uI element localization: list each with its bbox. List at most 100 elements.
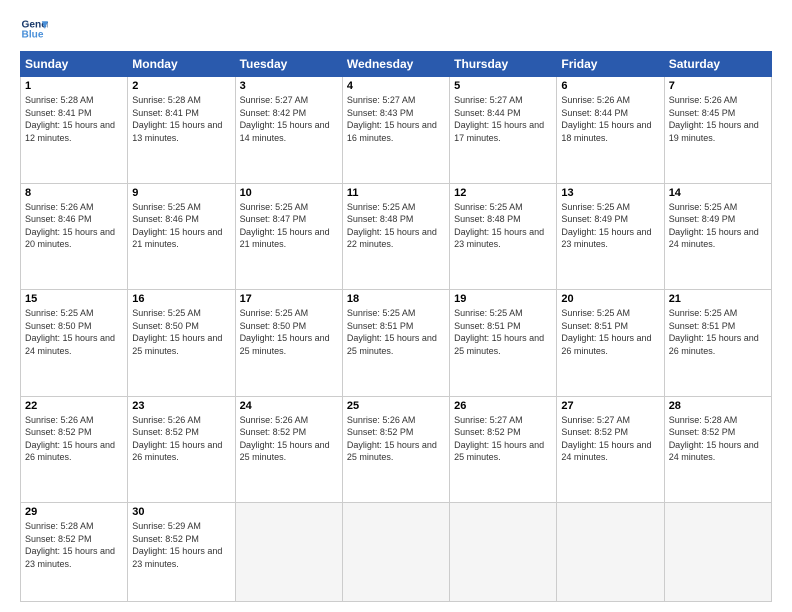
calendar-cell-14: 14 Sunrise: 5:25 AM Sunset: 8:49 PM Dayl… [664,183,771,290]
day-number: 30 [132,506,230,518]
calendar-cell-20: 20 Sunrise: 5:25 AM Sunset: 8:51 PM Dayl… [557,290,664,397]
day-info: Sunrise: 5:28 AM Sunset: 8:41 PM Dayligh… [25,94,123,144]
day-info: Sunrise: 5:26 AM Sunset: 8:46 PM Dayligh… [25,201,123,251]
day-info: Sunrise: 5:25 AM Sunset: 8:50 PM Dayligh… [25,307,123,357]
day-info: Sunrise: 5:26 AM Sunset: 8:44 PM Dayligh… [561,94,659,144]
calendar-week-1: 1 Sunrise: 5:28 AM Sunset: 8:41 PM Dayli… [21,77,772,184]
day-number: 26 [454,400,552,412]
day-number: 3 [240,80,338,92]
day-number: 23 [132,400,230,412]
calendar-cell-16: 16 Sunrise: 5:25 AM Sunset: 8:50 PM Dayl… [128,290,235,397]
day-info: Sunrise: 5:26 AM Sunset: 8:45 PM Dayligh… [669,94,767,144]
day-info: Sunrise: 5:26 AM Sunset: 8:52 PM Dayligh… [240,414,338,464]
day-number: 21 [669,293,767,305]
calendar-cell-21: 21 Sunrise: 5:25 AM Sunset: 8:51 PM Dayl… [664,290,771,397]
day-number: 11 [347,187,445,199]
calendar-cell-26: 26 Sunrise: 5:27 AM Sunset: 8:52 PM Dayl… [450,396,557,503]
day-info: Sunrise: 5:25 AM Sunset: 8:50 PM Dayligh… [240,307,338,357]
day-number: 5 [454,80,552,92]
day-info: Sunrise: 5:28 AM Sunset: 8:52 PM Dayligh… [669,414,767,464]
logo: General Blue [20,15,48,43]
day-info: Sunrise: 5:25 AM Sunset: 8:49 PM Dayligh… [561,201,659,251]
calendar-cell-13: 13 Sunrise: 5:25 AM Sunset: 8:49 PM Dayl… [557,183,664,290]
day-number: 9 [132,187,230,199]
calendar-cell-4: 4 Sunrise: 5:27 AM Sunset: 8:43 PM Dayli… [342,77,449,184]
weekday-header-friday: Friday [557,52,664,77]
calendar-cell-11: 11 Sunrise: 5:25 AM Sunset: 8:48 PM Dayl… [342,183,449,290]
calendar-cell-22: 22 Sunrise: 5:26 AM Sunset: 8:52 PM Dayl… [21,396,128,503]
calendar-cell-empty-4-2 [235,503,342,602]
day-number: 24 [240,400,338,412]
page: General Blue SundayMondayTuesdayWednesda… [0,0,792,612]
calendar-cell-empty-4-4 [450,503,557,602]
calendar-cell-28: 28 Sunrise: 5:28 AM Sunset: 8:52 PM Dayl… [664,396,771,503]
logo-icon: General Blue [20,15,48,43]
day-number: 17 [240,293,338,305]
day-info: Sunrise: 5:25 AM Sunset: 8:49 PM Dayligh… [669,201,767,251]
calendar-cell-7: 7 Sunrise: 5:26 AM Sunset: 8:45 PM Dayli… [664,77,771,184]
calendar-week-4: 22 Sunrise: 5:26 AM Sunset: 8:52 PM Dayl… [21,396,772,503]
day-number: 10 [240,187,338,199]
weekday-header-saturday: Saturday [664,52,771,77]
calendar-cell-3: 3 Sunrise: 5:27 AM Sunset: 8:42 PM Dayli… [235,77,342,184]
day-number: 15 [25,293,123,305]
day-number: 1 [25,80,123,92]
calendar-cell-10: 10 Sunrise: 5:25 AM Sunset: 8:47 PM Dayl… [235,183,342,290]
day-number: 13 [561,187,659,199]
day-number: 6 [561,80,659,92]
weekday-header-tuesday: Tuesday [235,52,342,77]
day-info: Sunrise: 5:27 AM Sunset: 8:44 PM Dayligh… [454,94,552,144]
day-number: 25 [347,400,445,412]
day-info: Sunrise: 5:26 AM Sunset: 8:52 PM Dayligh… [347,414,445,464]
calendar-cell-empty-4-3 [342,503,449,602]
day-info: Sunrise: 5:25 AM Sunset: 8:48 PM Dayligh… [347,201,445,251]
header: General Blue [20,15,772,43]
calendar-table: SundayMondayTuesdayWednesdayThursdayFrid… [20,51,772,602]
day-info: Sunrise: 5:28 AM Sunset: 8:41 PM Dayligh… [132,94,230,144]
calendar-cell-empty-4-6 [664,503,771,602]
day-number: 22 [25,400,123,412]
calendar-cell-25: 25 Sunrise: 5:26 AM Sunset: 8:52 PM Dayl… [342,396,449,503]
day-number: 28 [669,400,767,412]
day-number: 19 [454,293,552,305]
day-number: 27 [561,400,659,412]
weekday-header-wednesday: Wednesday [342,52,449,77]
day-number: 20 [561,293,659,305]
day-info: Sunrise: 5:27 AM Sunset: 8:43 PM Dayligh… [347,94,445,144]
calendar-cell-24: 24 Sunrise: 5:26 AM Sunset: 8:52 PM Dayl… [235,396,342,503]
day-info: Sunrise: 5:25 AM Sunset: 8:50 PM Dayligh… [132,307,230,357]
day-info: Sunrise: 5:26 AM Sunset: 8:52 PM Dayligh… [132,414,230,464]
weekday-header-monday: Monday [128,52,235,77]
day-number: 8 [25,187,123,199]
calendar-cell-6: 6 Sunrise: 5:26 AM Sunset: 8:44 PM Dayli… [557,77,664,184]
day-number: 16 [132,293,230,305]
weekday-header-thursday: Thursday [450,52,557,77]
day-info: Sunrise: 5:25 AM Sunset: 8:47 PM Dayligh… [240,201,338,251]
day-number: 2 [132,80,230,92]
calendar-cell-15: 15 Sunrise: 5:25 AM Sunset: 8:50 PM Dayl… [21,290,128,397]
day-info: Sunrise: 5:29 AM Sunset: 8:52 PM Dayligh… [132,520,230,570]
day-number: 29 [25,506,123,518]
weekday-header-row: SundayMondayTuesdayWednesdayThursdayFrid… [21,52,772,77]
calendar-week-3: 15 Sunrise: 5:25 AM Sunset: 8:50 PM Dayl… [21,290,772,397]
calendar-cell-23: 23 Sunrise: 5:26 AM Sunset: 8:52 PM Dayl… [128,396,235,503]
calendar-cell-30: 30 Sunrise: 5:29 AM Sunset: 8:52 PM Dayl… [128,503,235,602]
calendar-cell-19: 19 Sunrise: 5:25 AM Sunset: 8:51 PM Dayl… [450,290,557,397]
calendar-cell-empty-4-5 [557,503,664,602]
calendar-cell-8: 8 Sunrise: 5:26 AM Sunset: 8:46 PM Dayli… [21,183,128,290]
calendar-cell-2: 2 Sunrise: 5:28 AM Sunset: 8:41 PM Dayli… [128,77,235,184]
day-info: Sunrise: 5:25 AM Sunset: 8:51 PM Dayligh… [454,307,552,357]
calendar-cell-12: 12 Sunrise: 5:25 AM Sunset: 8:48 PM Dayl… [450,183,557,290]
day-info: Sunrise: 5:26 AM Sunset: 8:52 PM Dayligh… [25,414,123,464]
day-info: Sunrise: 5:25 AM Sunset: 8:48 PM Dayligh… [454,201,552,251]
day-info: Sunrise: 5:25 AM Sunset: 8:51 PM Dayligh… [669,307,767,357]
calendar-cell-27: 27 Sunrise: 5:27 AM Sunset: 8:52 PM Dayl… [557,396,664,503]
calendar-cell-29: 29 Sunrise: 5:28 AM Sunset: 8:52 PM Dayl… [21,503,128,602]
calendar-cell-9: 9 Sunrise: 5:25 AM Sunset: 8:46 PM Dayli… [128,183,235,290]
calendar-week-2: 8 Sunrise: 5:26 AM Sunset: 8:46 PM Dayli… [21,183,772,290]
svg-text:Blue: Blue [22,30,44,41]
day-number: 4 [347,80,445,92]
day-info: Sunrise: 5:25 AM Sunset: 8:46 PM Dayligh… [132,201,230,251]
day-number: 7 [669,80,767,92]
day-info: Sunrise: 5:25 AM Sunset: 8:51 PM Dayligh… [561,307,659,357]
